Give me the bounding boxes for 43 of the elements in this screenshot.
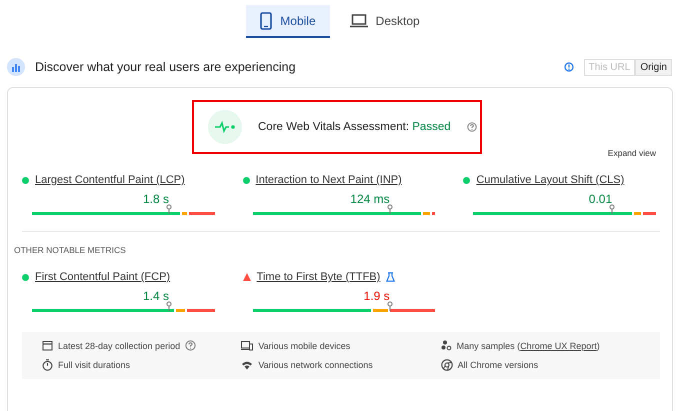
metric-value: 1.4 s [142, 289, 169, 303]
info-text: Various network connections [258, 360, 373, 370]
dots-icon [440, 340, 452, 351]
wifi-icon [241, 360, 254, 370]
metric-link[interactable]: Cumulative Layout Shift (CLS) [476, 174, 624, 186]
device-tab[interactable]: Mobile [246, 5, 330, 38]
metric-value: 1.9 s [364, 289, 390, 303]
device-tab[interactable]: Desktop [336, 5, 434, 38]
section-heading: OTHER NOTABLE METRICS [14, 244, 127, 255]
info-text: Many samples (Chrome UX Report) [456, 340, 600, 350]
metric-value: 1.8 s [142, 192, 169, 206]
good-status-dot [22, 274, 29, 280]
good-status-dot [463, 176, 470, 184]
scope-toggle[interactable]: Origin [635, 58, 672, 76]
heartbeat-icon [208, 110, 242, 144]
devices-icon [241, 340, 254, 350]
users-chart-icon [7, 58, 25, 76]
metric-link[interactable]: First Contentful Paint (FCP) [35, 271, 170, 283]
flask-icon [386, 272, 396, 282]
help-icon[interactable] [185, 340, 196, 351]
good-status-dot [22, 176, 29, 184]
assessment-result: Core Web Vitals Assessment: Passed [258, 121, 451, 133]
metric-value: 0.01 [588, 192, 612, 206]
info-text: Various mobile devices [258, 340, 350, 350]
info-text: Full visit durations [58, 360, 130, 370]
calendar-icon [42, 340, 53, 351]
poor-status-icon [242, 273, 251, 281]
section-title: Discover what your real users are experiencing [35, 60, 296, 74]
metric-link[interactable]: Interaction to Next Paint (INP) [256, 174, 402, 186]
stopwatch-icon [42, 359, 53, 371]
expand-view-link[interactable]: Expand view [608, 148, 656, 158]
laptop-icon [350, 14, 368, 28]
help-icon[interactable] [466, 122, 477, 132]
good-status-dot [242, 176, 250, 184]
metric-link[interactable]: Largest Contentful Paint (LCP) [35, 174, 185, 186]
metric-link[interactable]: Time to First Byte (TTFB) [256, 271, 380, 283]
info-text: All Chrome versions [458, 360, 538, 370]
metric-value: 124 ms [350, 192, 390, 206]
info-icon[interactable] [564, 62, 574, 72]
phone-icon [260, 12, 272, 30]
info-text: Latest 28-day collection period [58, 340, 180, 350]
report-link[interactable]: Chrome UX Report [520, 340, 597, 350]
chrome-icon [440, 359, 453, 371]
